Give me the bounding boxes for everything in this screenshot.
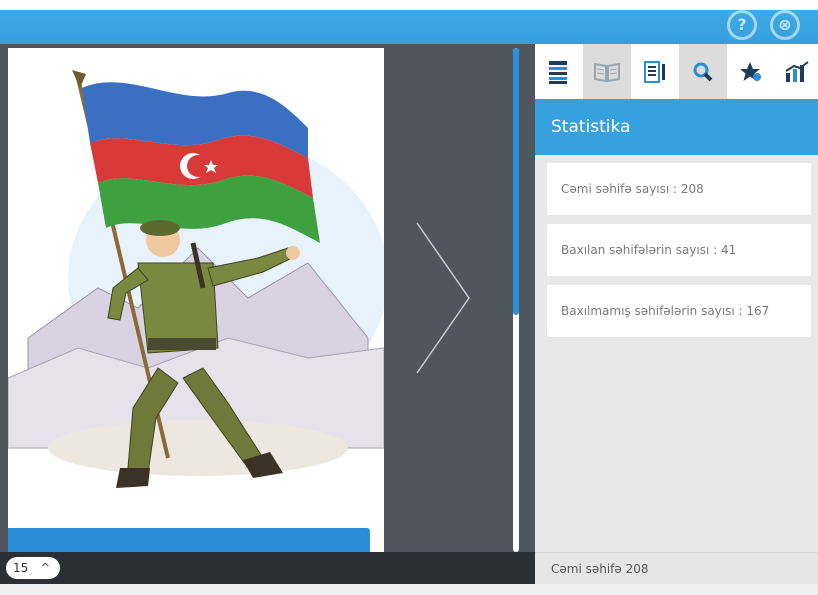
star-icon xyxy=(740,61,761,81)
current-page-number: 15 xyxy=(13,561,29,575)
chart-icon xyxy=(784,60,809,82)
notes-icon xyxy=(644,60,665,83)
list-icon xyxy=(549,60,567,84)
top-header-bar: ? ⊗ xyxy=(0,0,818,44)
search-icon xyxy=(693,62,713,81)
top-white-band xyxy=(0,0,818,10)
tab-favorites[interactable] xyxy=(727,44,775,99)
stat-viewed-pages: Baxılan səhifələrin sayısı : 41 xyxy=(547,224,811,276)
side-panel: Statistika Cəmi səhifə sayısı : 208 Baxı… xyxy=(535,44,818,552)
page-scrollbar[interactable] xyxy=(513,48,519,552)
close-icon[interactable]: ⊗ xyxy=(770,10,800,40)
open-book-icon xyxy=(594,62,620,82)
tab-search[interactable] xyxy=(679,44,727,99)
tab-book[interactable] xyxy=(583,44,631,99)
tab-statistics[interactable] xyxy=(775,44,818,99)
total-pages-footer: Cəmi səhifə 208 xyxy=(551,562,649,576)
scrollbar-thumb[interactable] xyxy=(513,48,519,315)
tab-contents[interactable] xyxy=(535,44,583,99)
stat-total-pages: Cəmi səhifə sayısı : 208 xyxy=(547,163,811,215)
page-footer-strip xyxy=(8,528,370,552)
tab-notes[interactable] xyxy=(631,44,679,99)
panel-footer: Cəmi səhifə 208 xyxy=(535,552,818,584)
help-icon[interactable]: ? xyxy=(727,10,757,40)
panel-toolbar xyxy=(535,44,818,99)
chevron-up-icon: ^ xyxy=(40,561,50,574)
next-page-icon[interactable] xyxy=(412,218,472,378)
book-page xyxy=(8,48,384,552)
panel-header: Statistika xyxy=(535,99,818,155)
soldier-with-flag-illustration xyxy=(8,70,384,488)
panel-title: Statistika xyxy=(551,117,631,137)
page-viewer xyxy=(0,44,535,552)
page-number-selector[interactable]: 15 ^ xyxy=(6,557,60,579)
bottom-navigation-bar: 15 ^ xyxy=(0,552,535,584)
stat-unviewed-pages: Baxılmamış səhifələrin sayısı : 167 xyxy=(547,285,811,337)
bottom-divider xyxy=(0,584,818,595)
